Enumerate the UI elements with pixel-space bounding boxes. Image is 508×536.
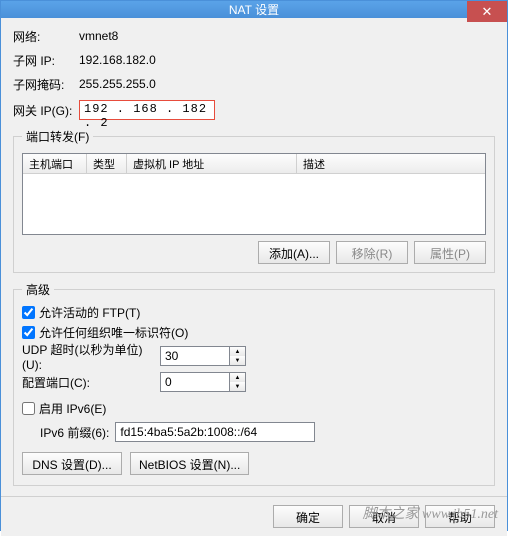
- org-label: 允许任何组织唯一标识符(O): [39, 324, 188, 341]
- mask-row: 子网掩码: 255.255.255.0: [13, 74, 495, 94]
- org-checkbox[interactable]: [22, 326, 35, 339]
- down-arrow-icon[interactable]: ▼: [230, 382, 245, 391]
- network-row: 网络: vmnet8: [13, 26, 495, 46]
- subnet-row: 子网 IP: 192.168.182.0: [13, 50, 495, 70]
- subnet-value: 192.168.182.0: [79, 53, 156, 67]
- add-button[interactable]: 添加(A)...: [258, 241, 330, 264]
- down-arrow-icon[interactable]: ▼: [230, 356, 245, 365]
- window-title: NAT 设置: [1, 1, 507, 18]
- ipv6-prefix-label: IPv6 前缀(6):: [40, 424, 109, 441]
- nat-settings-window: NAT 设置 ✕ 网络: vmnet8 子网 IP: 192.168.182.0…: [0, 0, 508, 531]
- netbios-settings-button[interactable]: NetBIOS 设置(N)...: [130, 452, 249, 475]
- gateway-label: 网关 IP(G):: [13, 102, 75, 119]
- port-forward-group: 端口转发(F) 主机端口 类型 虚拟机 IP 地址 描述 添加(A)... 移除…: [13, 128, 495, 273]
- dns-settings-button[interactable]: DNS 设置(D)...: [22, 452, 122, 475]
- gateway-row: 网关 IP(G): 192 . 168 . 182 . 2: [13, 100, 495, 120]
- ftp-checkbox-row[interactable]: 允许活动的 FTP(T): [22, 302, 486, 322]
- gateway-input[interactable]: 192 . 168 . 182 . 2: [79, 100, 215, 120]
- mask-label: 子网掩码:: [13, 76, 75, 93]
- port-spinner[interactable]: ▲▼: [160, 372, 246, 392]
- settings-buttons: DNS 设置(D)... NetBIOS 设置(N)...: [22, 452, 486, 475]
- udp-row: UDP 超时(以秒为单位)(U): ▲▼: [22, 344, 486, 368]
- org-checkbox-row[interactable]: 允许任何组织唯一标识符(O): [22, 322, 486, 342]
- port-label: 配置端口(C):: [22, 374, 154, 391]
- port-row: 配置端口(C): ▲▼: [22, 370, 486, 394]
- close-button[interactable]: ✕: [467, 1, 507, 22]
- ipv6-checkbox-row[interactable]: 启用 IPv6(E): [22, 398, 486, 418]
- col-host[interactable]: 主机端口: [23, 154, 87, 173]
- col-desc[interactable]: 描述: [297, 154, 485, 173]
- port-forward-buttons: 添加(A)... 移除(R) 属性(P): [22, 241, 486, 264]
- ftp-label: 允许活动的 FTP(T): [39, 304, 140, 321]
- port-arrows[interactable]: ▲▼: [230, 372, 246, 392]
- up-arrow-icon[interactable]: ▲: [230, 373, 245, 382]
- port-forward-legend: 端口转发(F): [22, 128, 93, 145]
- remove-button[interactable]: 移除(R): [336, 241, 408, 264]
- ipv6-prefix-row: IPv6 前缀(6):: [40, 422, 486, 442]
- col-type[interactable]: 类型: [87, 154, 127, 173]
- port-forward-table[interactable]: 主机端口 类型 虚拟机 IP 地址 描述: [22, 153, 486, 235]
- ipv6-prefix-input[interactable]: [115, 422, 315, 442]
- ftp-checkbox[interactable]: [22, 306, 35, 319]
- udp-spinner[interactable]: ▲▼: [160, 346, 246, 366]
- advanced-group: 高级 允许活动的 FTP(T) 允许任何组织唯一标识符(O) UDP 超时(以秒…: [13, 281, 495, 486]
- title-bar: NAT 设置 ✕: [1, 1, 507, 18]
- mask-value: 255.255.255.0: [79, 77, 156, 91]
- udp-input[interactable]: [160, 346, 230, 366]
- help-button[interactable]: 帮助: [425, 505, 495, 528]
- content-area: 网络: vmnet8 子网 IP: 192.168.182.0 子网掩码: 25…: [1, 18, 507, 496]
- table-header: 主机端口 类型 虚拟机 IP 地址 描述: [23, 154, 485, 174]
- advanced-legend: 高级: [22, 281, 54, 298]
- props-button[interactable]: 属性(P): [414, 241, 486, 264]
- udp-arrows[interactable]: ▲▼: [230, 346, 246, 366]
- col-vmip[interactable]: 虚拟机 IP 地址: [127, 154, 297, 173]
- ipv6-label: 启用 IPv6(E): [39, 400, 106, 417]
- subnet-label: 子网 IP:: [13, 52, 75, 69]
- up-arrow-icon[interactable]: ▲: [230, 347, 245, 356]
- udp-label: UDP 超时(以秒为单位)(U):: [22, 341, 154, 372]
- ipv6-checkbox[interactable]: [22, 402, 35, 415]
- port-input[interactable]: [160, 372, 230, 392]
- network-value: vmnet8: [79, 29, 118, 43]
- dialog-footer: 确定 取消 帮助: [1, 496, 507, 536]
- cancel-button[interactable]: 取消: [349, 505, 419, 528]
- network-label: 网络:: [13, 28, 75, 45]
- ok-button[interactable]: 确定: [273, 505, 343, 528]
